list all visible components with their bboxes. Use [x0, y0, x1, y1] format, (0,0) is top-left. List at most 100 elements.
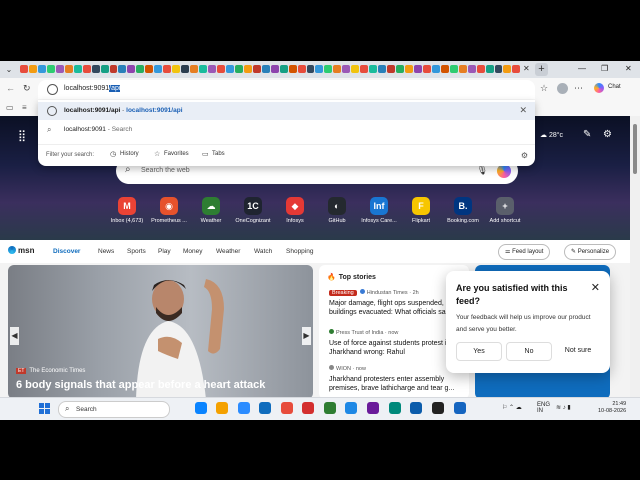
tab-favicon-icon[interactable]: [360, 65, 369, 73]
back-icon[interactable]: ←: [6, 83, 15, 93]
taskbar-app-icon[interactable]: [367, 402, 379, 414]
tab-favicon-icon[interactable]: [333, 65, 342, 73]
taskbar-app-icon[interactable]: [302, 402, 314, 414]
taskbar-app-icon[interactable]: [195, 402, 207, 414]
address-bar[interactable]: localhost:9091/api: [38, 80, 535, 99]
taskbar-app-icon[interactable]: [238, 402, 250, 414]
carousel-prev-button[interactable]: ◀: [10, 327, 19, 345]
tab-favicon-icon[interactable]: [476, 65, 485, 73]
taskbar-app-icon[interactable]: [389, 402, 401, 414]
tab-favicon-icon[interactable]: [404, 65, 413, 73]
tab-favicon-icon[interactable]: [163, 65, 172, 73]
tab-favicon-icon[interactable]: [136, 65, 145, 73]
network-volume-battery-icons[interactable]: ≋ ♪ ▮: [556, 404, 571, 411]
tab-favicon-icon[interactable]: [91, 65, 100, 73]
tab-favicon-icon[interactable]: [387, 65, 396, 73]
tab-favicon-icon[interactable]: [324, 65, 333, 73]
story-headline[interactable]: Jharkhand protesters enter assembly prem…: [329, 375, 464, 393]
tab-favicon-icon[interactable]: [252, 65, 261, 73]
copilot-search-icon[interactable]: [497, 164, 511, 178]
feed-layout-button[interactable]: ⚌ Feed layout: [498, 244, 551, 260]
tab-favicon-icon[interactable]: [485, 65, 494, 73]
msn-logo[interactable]: msn: [8, 246, 34, 255]
menu-icon[interactable]: ≡: [22, 103, 27, 112]
filter-favorites-chip[interactable]: ☆ Favorites: [154, 151, 189, 158]
tab-favicon-icon[interactable]: [55, 65, 64, 73]
remove-suggestion-icon[interactable]: ✕: [519, 105, 527, 116]
close-window-icon[interactable]: ✕: [625, 64, 632, 73]
tab-favicon-icon[interactable]: [243, 65, 252, 73]
story-item[interactable]: Breaking Hindustan Times · 2h Major damag…: [329, 289, 464, 317]
article-headline[interactable]: 6 body signals that appear before a hear…: [16, 379, 265, 391]
profile-avatar[interactable]: [557, 83, 568, 94]
nav-play[interactable]: Play: [158, 248, 171, 255]
nav-money[interactable]: Money: [183, 248, 203, 255]
shortcut-tile[interactable]: F Flipkart: [398, 197, 444, 224]
tab-favicon-icon[interactable]: [297, 65, 306, 73]
tab-favicon-icon[interactable]: [20, 65, 28, 73]
settings-gear-icon[interactable]: ⚙: [521, 151, 528, 160]
windows-start-icon[interactable]: [39, 403, 50, 414]
taskbar-app-icon[interactable]: [324, 402, 336, 414]
suggestion-link[interactable]: localhost:9091/api: [126, 107, 182, 114]
apps-grid-icon[interactable]: ⣿: [18, 130, 30, 142]
tab-actions-chevron-icon[interactable]: ⌄: [4, 65, 14, 74]
refresh-icon[interactable]: ↻: [23, 83, 31, 94]
tab-favicon-icon[interactable]: [449, 65, 458, 73]
tab-favicon-icon[interactable]: [422, 65, 431, 73]
more-menu-icon[interactable]: ⋯: [574, 83, 583, 94]
tray-icons[interactable]: ⚐ ⌃ ☁: [502, 404, 522, 411]
suggestion-item[interactable]: localhost:9091/api - localhost:9091/api …: [38, 102, 535, 120]
tab-favicon-icon[interactable]: [413, 65, 422, 73]
tab-favicon-icon[interactable]: [225, 65, 234, 73]
nav-sports[interactable]: Sports: [127, 248, 146, 255]
tab-favicon-icon[interactable]: [270, 65, 279, 73]
tab-favicon-icon[interactable]: [503, 65, 512, 73]
tab-favicon-icon[interactable]: [82, 65, 91, 73]
personalize-button[interactable]: ✎ Personalize: [564, 244, 617, 260]
copilot-icon[interactable]: [594, 83, 604, 93]
edit-pen-icon[interactable]: ✎: [583, 129, 591, 140]
language-indicator[interactable]: ENG IN: [537, 402, 550, 414]
tab-favicon-icon[interactable]: [154, 65, 163, 73]
tab-favicon-icon[interactable]: [440, 65, 449, 73]
feedback-not-sure-button[interactable]: Not sure: [556, 342, 600, 359]
nav-news[interactable]: News: [98, 248, 114, 255]
tab-favicon-icon[interactable]: [512, 65, 520, 73]
tab-favicon-icon[interactable]: [100, 65, 109, 73]
tab-favicon-icon[interactable]: [109, 65, 118, 73]
page-scrollbar[interactable]: [630, 116, 640, 419]
tab-favicon-icon[interactable]: [279, 65, 288, 73]
address-input[interactable]: localhost:9091/api: [64, 85, 121, 92]
tab-favicon-icon[interactable]: [127, 65, 136, 73]
tab-icon[interactable]: ▭: [6, 103, 14, 112]
taskbar-app-icon[interactable]: [410, 402, 422, 414]
story-item[interactable]: Press Trust of India · now Use of force …: [329, 329, 464, 357]
taskbar-app-icon[interactable]: [281, 402, 293, 414]
tab-favicon-icon[interactable]: [369, 65, 378, 73]
shortcut-tile[interactable]: ◆ Infosys: [272, 197, 318, 224]
tab-favicon-icon[interactable]: [234, 65, 243, 73]
nav-shopping[interactable]: Shopping: [286, 248, 313, 255]
shortcut-tile[interactable]: M Inbox (4,673): [104, 197, 150, 224]
favorites-star-icon[interactable]: ☆: [540, 83, 548, 94]
story-headline[interactable]: Major damage, flight ops suspended, buil…: [329, 299, 464, 317]
taskbar-app-icon[interactable]: [259, 402, 271, 414]
story-headline[interactable]: Use of force against students protest in…: [329, 339, 464, 357]
shortcut-tile[interactable]: + Add shortcut: [482, 197, 528, 224]
tab-favicon-icon[interactable]: [288, 65, 297, 73]
microphone-icon[interactable]: 🎙: [477, 165, 488, 176]
tab-favicon-icon[interactable]: [315, 65, 324, 73]
shortcut-tile[interactable]: 1C OneCognizant: [230, 197, 276, 224]
tab-favicon-icon[interactable]: [64, 65, 73, 73]
tab-favicon-icon[interactable]: [46, 65, 55, 73]
taskbar-app-icon[interactable]: [345, 402, 357, 414]
new-tab-button[interactable]: +: [535, 63, 548, 76]
search-input[interactable]: Search the web: [141, 167, 190, 174]
taskbar-search-input[interactable]: Search: [76, 406, 97, 413]
carousel-next-button[interactable]: ▶: [302, 327, 311, 345]
taskbar-app-icon[interactable]: [454, 402, 466, 414]
tab-favicon-icon[interactable]: [378, 65, 387, 73]
nav-discover[interactable]: Discover: [53, 248, 80, 255]
minimize-icon[interactable]: —: [578, 64, 586, 73]
